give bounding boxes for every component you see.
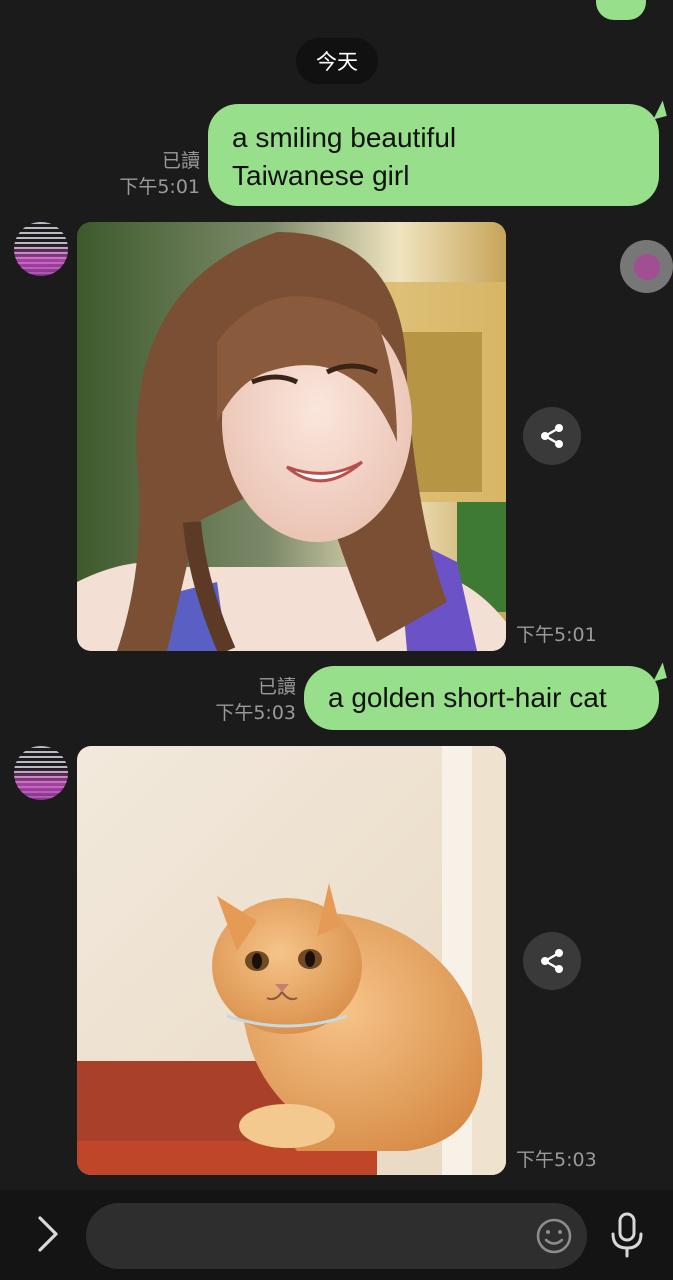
bubble-tail (649, 100, 667, 120)
bubble-tail (649, 662, 667, 682)
bot-avatar[interactable] (14, 222, 68, 276)
bot-avatar[interactable] (14, 746, 68, 800)
message-meta: 已讀 下午5:03 (204, 674, 296, 726)
sent-message-bubble[interactable]: a golden short-hair cat (304, 662, 667, 730)
expand-menu-button[interactable] (30, 1212, 66, 1256)
read-receipt: 已讀 (161, 150, 200, 172)
share-button[interactable] (523, 932, 581, 990)
date-separator: 今天 (296, 38, 378, 84)
share-icon (541, 424, 563, 448)
microphone-icon (611, 1212, 643, 1258)
message-meta: 已讀 下午5:01 (110, 148, 200, 200)
read-receipt: 已讀 (257, 676, 296, 698)
message-text-line: a smiling beautiful (232, 122, 457, 153)
floating-assistant-button[interactable] (620, 240, 673, 293)
chevron-right-icon (38, 1216, 58, 1252)
portrait-image (77, 222, 506, 651)
received-image[interactable] (77, 746, 506, 1175)
received-image[interactable] (77, 222, 506, 651)
message-time: 下午5:03 (516, 1149, 597, 1171)
message-text-line: a golden short-hair cat (328, 682, 607, 713)
cat-image (77, 746, 506, 1175)
sent-message-bubble[interactable]: a smiling beautiful Taiwanese girl (208, 100, 667, 206)
microphone-button[interactable] (605, 1210, 649, 1260)
message-input[interactable] (86, 1203, 587, 1269)
message-text-line: Taiwanese girl (232, 160, 410, 191)
share-icon (541, 949, 563, 973)
message-time: 下午5:01 (119, 176, 200, 198)
message-time: 下午5:01 (516, 624, 597, 646)
message-time: 下午5:03 (215, 702, 296, 724)
share-button[interactable] (523, 407, 581, 465)
previous-message-bubble[interactable] (596, 0, 646, 20)
emoji-icon (536, 1218, 572, 1254)
emoji-button[interactable] (534, 1216, 574, 1256)
